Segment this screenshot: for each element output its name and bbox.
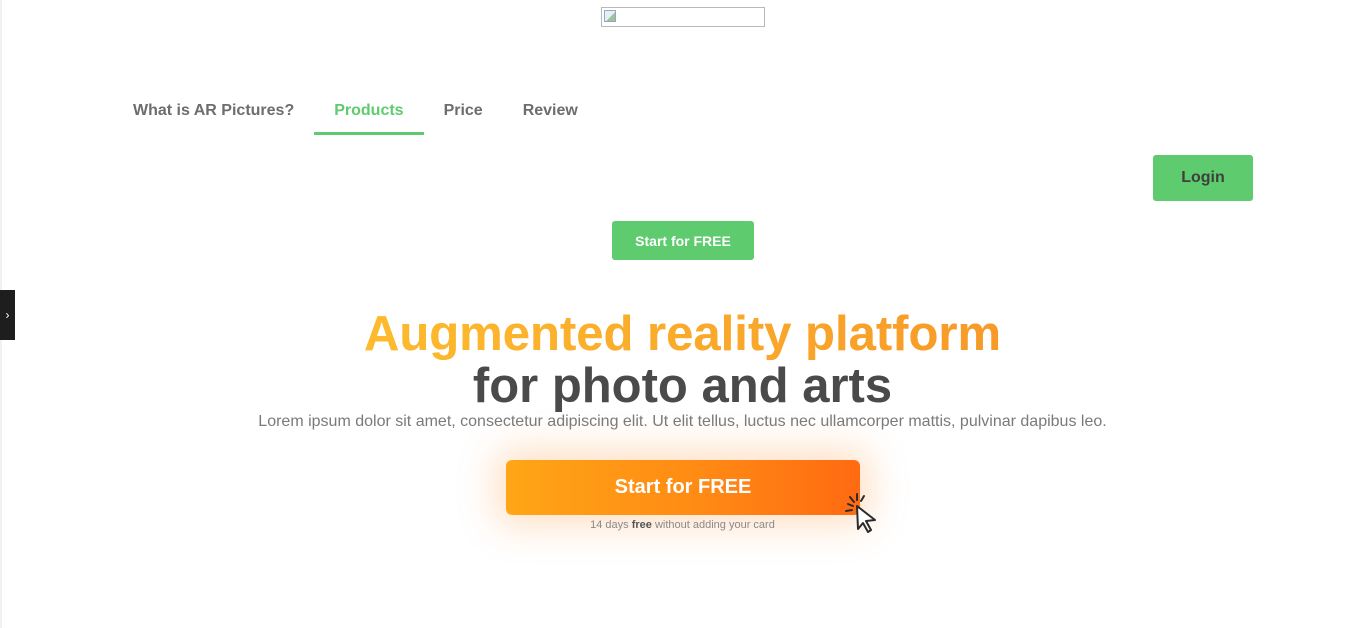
site-logo[interactable] (601, 7, 765, 27)
hero-title-highlight-text: Augmented reality platform (363, 307, 1002, 361)
broken-image-icon (604, 10, 616, 22)
nav-item-price[interactable]: Price (424, 88, 503, 134)
cta-note: 14 days free without adding your card (0, 517, 1365, 533)
start-for-free-button-small[interactable]: Start for FREE (612, 221, 754, 260)
nav-item-what-is-ar-pictures[interactable]: What is AR Pictures? (113, 88, 314, 134)
page: What is AR Pictures? Products Price Revi… (0, 0, 1365, 628)
hero-title-highlight: Augmented reality platform (0, 304, 1365, 364)
start-for-free-cta-button[interactable]: Start for FREE (506, 460, 860, 515)
hero-subtitle: Lorem ipsum dolor sit amet, consectetur … (258, 413, 1107, 430)
main-navigation: What is AR Pictures? Products Price Revi… (113, 88, 598, 136)
hero-title: for photo and arts (472, 359, 893, 413)
nav-item-products[interactable]: Products (314, 88, 424, 135)
login-button[interactable]: Login (1153, 155, 1253, 201)
cta-note-free: free (631, 519, 652, 531)
cta-note-prefix: 14 days (590, 519, 632, 531)
nav-item-review[interactable]: Review (503, 88, 598, 134)
click-cursor-icon (845, 493, 876, 533)
cta-note-suffix: without adding your card (651, 519, 775, 531)
